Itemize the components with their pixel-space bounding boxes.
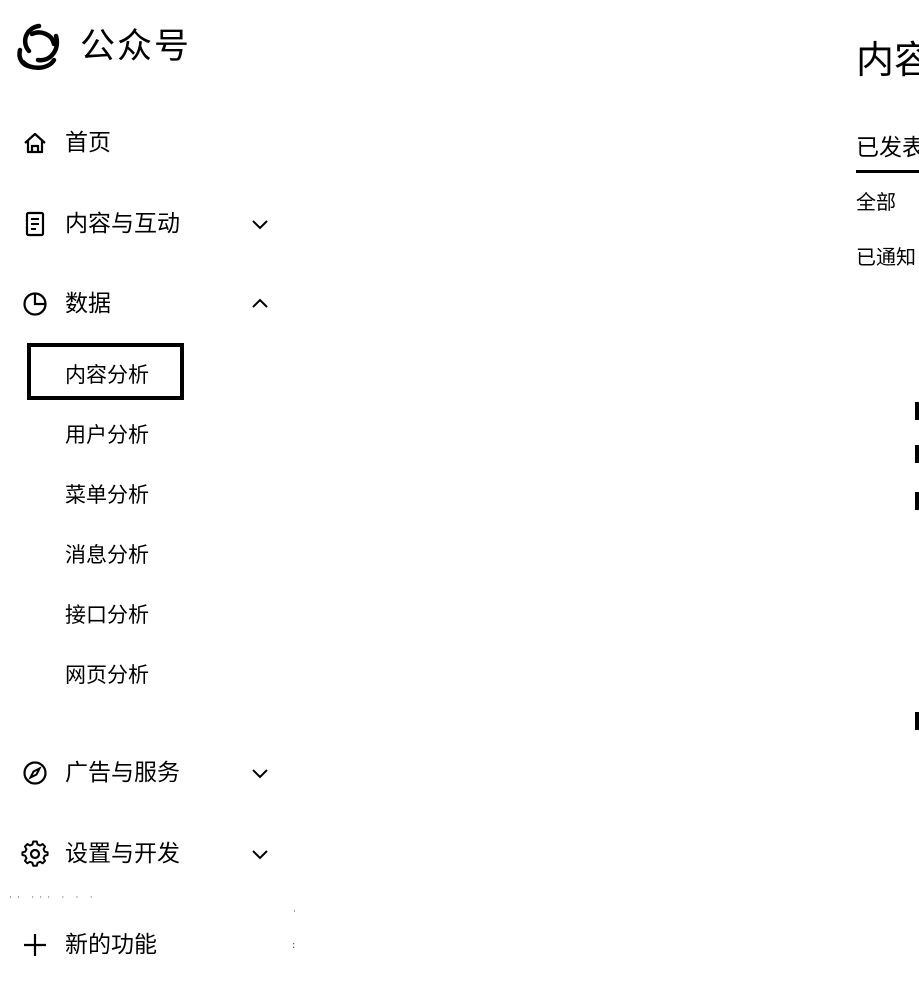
sidebar-item-label: 内容与互动 (65, 211, 180, 237)
chevron-down-icon[interactable] (248, 761, 272, 785)
filter-all[interactable]: 全部 (856, 188, 896, 216)
gear-icon (20, 839, 50, 869)
sidebar-item-new-features[interactable]: 新的功能 (20, 925, 280, 965)
document-icon (20, 209, 50, 239)
sidebar-subitem-api-analysis[interactable]: 接口分析 (65, 598, 149, 632)
chevron-down-icon[interactable] (248, 842, 272, 866)
page-title: 内容 (856, 38, 919, 82)
sidebar-subitem-content-analysis[interactable]: 内容分析 (65, 358, 149, 392)
divider-dots: : (292, 940, 299, 951)
sidebar-item-label: 首页 (65, 130, 111, 156)
sidebar-item-label: 数据 (65, 291, 111, 317)
sidebar-item-settings-development[interactable]: 设置与开发 (20, 834, 280, 874)
sidebar-item-label: 设置与开发 (65, 841, 180, 867)
divider-dots: ˙ (292, 910, 300, 921)
brand-name: 公众号 (80, 27, 192, 67)
filter-notified[interactable]: 已通知 (856, 243, 916, 271)
sidebar-item-label: 广告与服务 (65, 760, 180, 786)
cropped-text-fragment (915, 445, 919, 463)
tab-published[interactable]: 已发表 (856, 132, 919, 164)
tab-active-indicator (856, 170, 919, 173)
sidebar-item-data[interactable]: 数据 (20, 284, 280, 324)
plus-icon (20, 930, 50, 960)
pie-chart-icon (20, 289, 50, 319)
sidebar-item-label: 新的功能 (65, 932, 157, 958)
sidebar-item-ads-services[interactable]: 广告与服务 (20, 753, 280, 793)
sidebar-subitem-menu-analysis[interactable]: 菜单分析 (65, 478, 149, 512)
cropped-text-fragment (915, 492, 919, 510)
divider-dots: ˙˙ ˙˙˙ ˙ ˙ ˙ (8, 896, 97, 907)
cropped-text-fragment (915, 402, 919, 420)
main-content: 内容 已发表 全部 已通知 (856, 0, 919, 995)
brand-logo[interactable]: 公众号 (12, 20, 191, 74)
chevron-up-icon[interactable] (248, 292, 272, 316)
home-icon (20, 128, 50, 158)
chevron-down-icon[interactable] (248, 212, 272, 236)
sidebar-item-home[interactable]: 首页 (20, 123, 280, 163)
compass-icon (20, 758, 50, 788)
sidebar-subitem-user-analysis[interactable]: 用户分析 (65, 418, 149, 452)
app-window: 公众号 首页 内容与互动 数据 内容分析 用户分析 菜单分析 消息分析 接口分析… (0, 0, 919, 995)
cropped-text-fragment (915, 712, 919, 730)
sidebar-subitem-message-analysis[interactable]: 消息分析 (65, 538, 149, 572)
sidebar-item-content-interaction[interactable]: 内容与互动 (20, 204, 280, 244)
wechat-official-logo-icon (17, 23, 60, 70)
sidebar-subitem-webpage-analysis[interactable]: 网页分析 (65, 658, 149, 692)
